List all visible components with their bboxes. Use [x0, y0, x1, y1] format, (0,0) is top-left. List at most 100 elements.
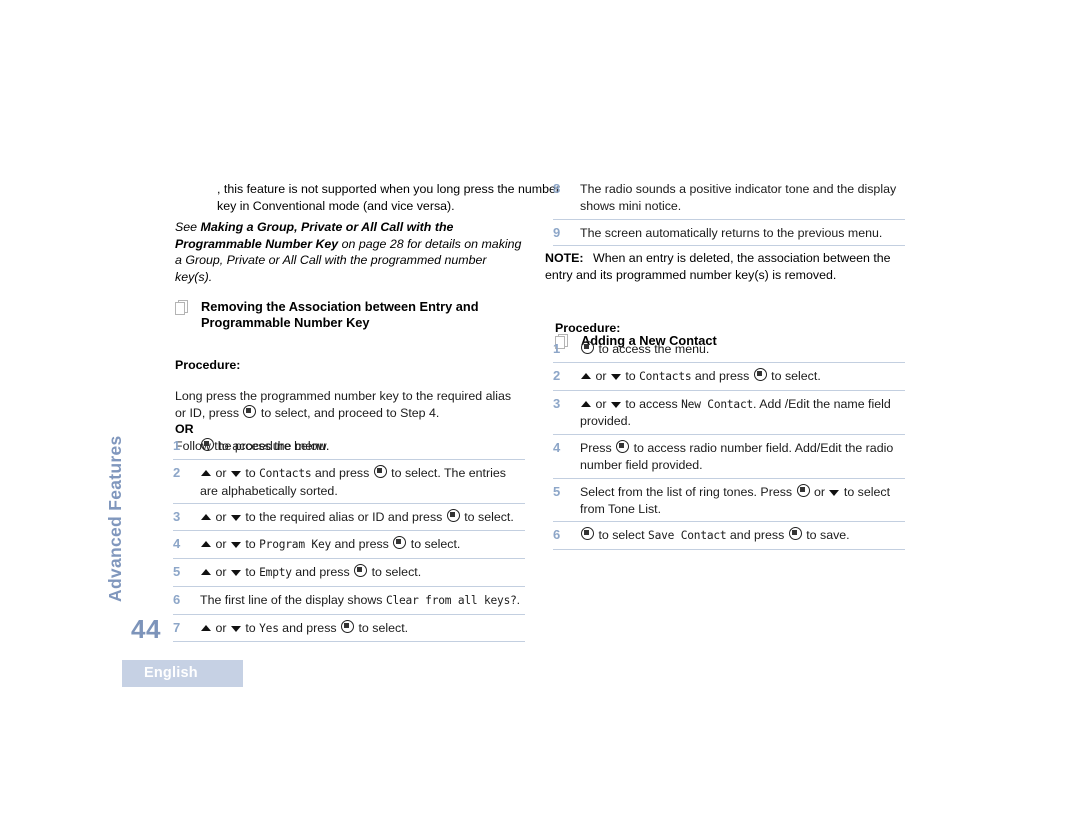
step-number: 4	[173, 536, 181, 552]
chapter-tab: Advanced Features	[105, 402, 152, 602]
cross-reference-note: See Making a Group, Private or All Call …	[175, 219, 527, 286]
step-item: 5 or to Empty and press to select.	[173, 563, 525, 587]
step-text: or to Yes and press to select.	[200, 619, 525, 638]
lead-in-text-2: to select, and proceed to Step 4.	[257, 405, 440, 420]
menu-select-button-icon	[616, 440, 630, 454]
menu-select-button-icon	[373, 464, 387, 478]
triangle-up-icon	[581, 372, 591, 379]
triangle-up-icon	[201, 514, 211, 521]
pages-icon	[175, 300, 188, 315]
note-block: NOTE: When an entry is deleted, the asso…	[545, 250, 897, 284]
triangle-down-icon	[230, 625, 241, 632]
step-number: 9	[553, 224, 561, 240]
step-number: 8	[553, 181, 561, 196]
step-number: 4	[553, 440, 561, 456]
triangle-up-icon	[201, 624, 211, 631]
right-column: 8 The radio sounds a positive indicator t…	[545, 0, 905, 551]
step-item: 3 or to access New Contact. Add /Edit th…	[553, 396, 905, 436]
triangle-down-icon	[230, 569, 241, 576]
step-text: to access the menu.	[580, 341, 905, 358]
step-item: 3 or to the required alias or ID and pre…	[173, 509, 525, 532]
step-item: 1 to access the menu.	[553, 341, 905, 363]
menu-select-button-icon	[201, 438, 214, 451]
steps-list-continued: 8 The radio sounds a positive indicator t…	[553, 181, 905, 251]
step-text: or to Program Key and press to select.	[200, 536, 525, 554]
step-text: or to Empty and press to select.	[200, 563, 525, 582]
manual-page: Advanced Features 44 English , this feat…	[0, 0, 1080, 834]
step-item: 1 to access the menu.	[173, 438, 525, 460]
procedure-label: Procedure:	[175, 358, 241, 372]
triangle-down-icon	[230, 542, 241, 549]
or-label: OR	[175, 422, 194, 436]
step-text: Select from the list of ring tones. Pres…	[580, 483, 891, 516]
menu-select-button-icon	[581, 527, 594, 541]
step-text: The first line of the display shows Clea…	[200, 592, 521, 607]
step-number: 1	[173, 438, 181, 453]
display-text: Contacts	[259, 466, 312, 480]
step-text: to select Save Contact and press to save…	[580, 527, 905, 545]
left-column: , this feature is not supported when you…	[165, 0, 560, 643]
step-text: Press to access radio number field. Add/…	[580, 440, 894, 472]
step-item: 2 or to Contacts and press to select. Th…	[173, 464, 525, 505]
triangle-down-icon	[610, 373, 621, 380]
cross-reference-lead: See	[175, 220, 201, 234]
triangle-down-icon	[230, 515, 241, 522]
step-text: or to access New Contact. Add /Edit the …	[580, 396, 891, 429]
procedure-label: Procedure:	[555, 321, 621, 335]
menu-select-button-icon	[788, 527, 802, 541]
procedure-lead-in: Long press the programmed number key to …	[175, 388, 523, 421]
menu-select-button-icon	[446, 509, 460, 523]
display-text: New Contact	[681, 397, 754, 411]
step-number: 7	[173, 619, 181, 635]
menu-select-button-icon	[393, 536, 407, 550]
step-item: 5 Select from the list of ring tones. Pre…	[553, 483, 905, 523]
menu-select-button-icon	[581, 341, 594, 354]
display-text: Empty	[259, 565, 292, 579]
display-text: Yes	[259, 621, 279, 635]
triangle-up-icon	[581, 400, 591, 407]
note-text: When an entry is deleted, the associatio…	[545, 251, 891, 282]
triangle-down-icon	[610, 401, 621, 408]
step-item: 8 The radio sounds a positive indicator t…	[553, 181, 905, 220]
section-heading-label: Removing the Association between Entry a…	[201, 299, 479, 330]
language-tab-label: English	[144, 665, 198, 681]
step-number: 2	[553, 367, 561, 383]
display-text: Clear from all keys?	[385, 593, 517, 607]
display-text: Save Contact	[648, 529, 727, 543]
steps-list-left: 1 to access the menu. 2 or to Contacts an…	[173, 438, 525, 647]
note-label: NOTE:	[545, 251, 584, 265]
menu-select-button-icon	[796, 483, 810, 497]
menu-select-button-icon	[354, 563, 368, 577]
triangle-up-icon	[201, 469, 211, 476]
menu-select-button-icon	[341, 619, 355, 633]
page-number: 44	[131, 614, 161, 644]
step-number: 2	[173, 464, 181, 480]
steps-list-right: 1 to access the menu. 2 or to Contacts an…	[553, 341, 905, 555]
triangle-up-icon	[201, 568, 211, 575]
step-item: 6 The first line of the display shows Cle…	[173, 592, 525, 615]
step-text: or to Contacts and press to select. The …	[200, 464, 506, 498]
chapter-tab-label: Advanced Features	[105, 435, 125, 602]
display-text: Program Key	[259, 538, 332, 552]
step-item: 6 to select Save Contact and press to sa…	[553, 527, 905, 551]
step-item: 9 The screen automatically returns to the…	[553, 225, 905, 247]
language-tab: English	[122, 660, 243, 687]
step-item: 4 or to Program Key and press to select.	[173, 536, 525, 559]
step-text: The radio sounds a positive indicator to…	[580, 182, 897, 213]
step-item: 7 or to Yes and press to select.	[173, 619, 525, 643]
step-number: 1	[553, 341, 561, 356]
display-text: Contacts	[639, 369, 692, 383]
triangle-down-icon	[829, 489, 840, 496]
step-item: 4 Press to access radio number field. Add…	[553, 440, 905, 479]
step-number: 3	[173, 509, 181, 525]
menu-select-button-icon	[753, 367, 767, 381]
step-number: 5	[173, 563, 181, 579]
step-text: The screen automatically returns to the …	[580, 225, 883, 240]
menu-select-button-icon	[243, 404, 257, 418]
step-text: or to the required alias or ID and press…	[200, 509, 525, 526]
triangle-up-icon	[201, 541, 211, 548]
step-number: 6	[173, 591, 181, 607]
section-heading-removing-association: Removing the Association between Entry a…	[175, 299, 541, 330]
step-number: 3	[553, 395, 561, 411]
step-number: 5	[553, 483, 561, 499]
